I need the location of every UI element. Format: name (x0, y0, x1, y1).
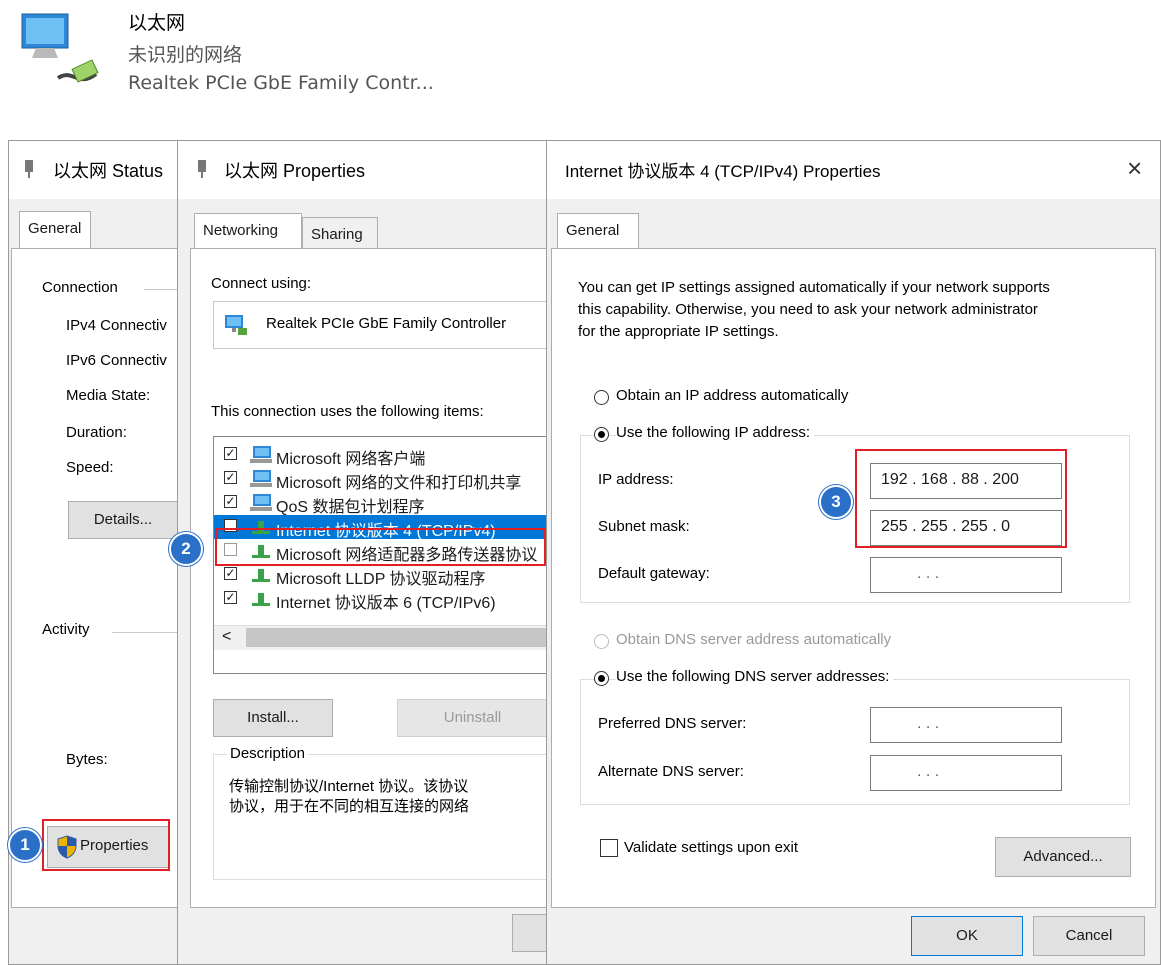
qos-icon (250, 494, 272, 511)
item-label: Microsoft LLDP 协议驱动程序 (276, 571, 486, 588)
network-adapter-icon (21, 13, 99, 83)
item-checkbox[interactable]: ✓ (224, 471, 237, 484)
description-line-1: 传输控制协议/Internet 协议。该协议 (229, 778, 469, 795)
item-checkbox[interactable]: ✓ (224, 591, 237, 604)
connection-heading: Connection (42, 279, 118, 296)
horizontal-scrollbar[interactable]: < (214, 625, 546, 650)
duration-label: Duration: (66, 424, 127, 441)
list-item[interactable]: ✓ Microsoft 网络的文件和打印机共享 (214, 467, 546, 492)
item-checkbox[interactable]: ✓ (224, 447, 237, 460)
tab-general[interactable]: General (557, 213, 639, 249)
radio-manual-ip[interactable] (594, 427, 609, 442)
advanced-button[interactable]: Advanced... (995, 837, 1131, 877)
scroll-left-button[interactable]: < (222, 628, 231, 646)
network-icon (198, 160, 206, 178)
tab-sharing[interactable]: Sharing (302, 217, 378, 249)
subnet-mask-label: Subnet mask: (598, 518, 690, 535)
default-gateway-label: Default gateway: (598, 565, 710, 582)
radio-auto-ip-label: Obtain an IP address automatically (616, 387, 849, 404)
client-icon (250, 446, 272, 463)
radio-auto-dns[interactable] (594, 634, 609, 649)
radio-auto-ip[interactable] (594, 390, 609, 405)
connect-using-label: Connect using: (211, 275, 312, 292)
intro-line-1: You can get IP settings assigned automat… (578, 279, 1050, 296)
ok-button[interactable]: OK (911, 916, 1023, 956)
speed-label: Speed: (66, 459, 114, 476)
item-label: QoS 数据包计划程序 (276, 499, 425, 516)
callout-box-ip-fields (855, 449, 1067, 548)
item-label: Microsoft 网络的文件和打印机共享 (276, 475, 522, 492)
ipv4-titlebar: Internet 协议版本 4 (TCP/IPv4) Properties × (547, 141, 1160, 199)
preferred-dns-field[interactable]: . . . (870, 707, 1062, 743)
step-badge-3: 3 (819, 485, 853, 519)
step-badge-2: 2 (169, 532, 203, 566)
default-gateway-field[interactable]: . . . (870, 557, 1062, 593)
ipv4-connectivity-label: IPv4 Connectiv (66, 317, 167, 334)
properties-titlebar: 以太网 Properties (178, 141, 546, 199)
preferred-dns-label: Preferred DNS server: (598, 715, 747, 732)
bytes-label: Bytes: (66, 751, 108, 768)
item-label: Internet 协议版本 6 (TCP/IPv6) (276, 595, 496, 612)
ipv4-properties-dialog: Internet 协议版本 4 (TCP/IPv4) Properties × … (546, 140, 1161, 965)
network-icon (25, 160, 33, 178)
ipv6-connectivity-label: IPv6 Connectiv (66, 352, 167, 369)
media-state-label: Media State: (66, 387, 151, 404)
radio-auto-dns-label: Obtain DNS server address automatically (616, 631, 892, 648)
radio-manual-ip-label: Use the following IP address: (616, 424, 814, 441)
ip-address-label: IP address: (598, 471, 674, 488)
list-item[interactable]: ✓ Microsoft LLDP 协议驱动程序 (214, 563, 546, 588)
cancel-button[interactable]: Cancel (1033, 916, 1145, 956)
callout-box-ipv4-item (215, 528, 546, 566)
list-item[interactable]: ✓ Internet 协议版本 6 (TCP/IPv6) (214, 587, 546, 612)
adapter-status: 未识别的网络 (128, 44, 243, 66)
file-sharing-icon (250, 470, 272, 487)
item-checkbox[interactable]: ✓ (224, 567, 237, 580)
adapter-device: Realtek PCIe GbE Family Contr... (128, 72, 434, 94)
adapter-box: Realtek PCIe GbE Family Controller (213, 301, 546, 349)
intro-line-3: for the appropriate IP settings. (578, 323, 779, 340)
alternate-dns-field[interactable]: . . . (870, 755, 1062, 791)
item-label: Microsoft 网络客户端 (276, 451, 426, 468)
alternate-dns-label: Alternate DNS server: (598, 763, 744, 780)
validate-label: Validate settings upon exit (624, 839, 799, 856)
list-item[interactable]: ✓ Microsoft 网络客户端 (214, 443, 546, 468)
details-button[interactable]: Details... (68, 501, 178, 539)
description-heading: Description (227, 745, 309, 762)
list-item[interactable]: ✓ QoS 数据包计划程序 (214, 491, 546, 516)
items-label: This connection uses the following items… (211, 403, 484, 420)
description-group (213, 754, 546, 880)
networking-panel: Connect using: Realtek PCIe GbE Family C… (190, 248, 546, 908)
uninstall-button[interactable]: Uninstall (397, 699, 546, 737)
status-title: 以太网 Status (53, 161, 164, 181)
radio-manual-dns[interactable] (594, 671, 609, 686)
properties-title: 以太网 Properties (224, 161, 366, 181)
activity-heading: Activity (42, 621, 90, 638)
adapter-name-field: Realtek PCIe GbE Family Controller (266, 315, 507, 332)
radio-manual-dns-label: Use the following DNS server addresses: (616, 668, 894, 685)
network-adapter-icon (225, 315, 247, 335)
scroll-thumb[interactable] (246, 628, 546, 647)
item-checkbox[interactable]: ✓ (224, 495, 237, 508)
close-icon[interactable]: × (1127, 153, 1142, 184)
adapter-name: 以太网 (128, 12, 186, 34)
tab-networking[interactable]: Networking (194, 213, 302, 249)
protocol-icon (252, 569, 270, 582)
protocol-icon (252, 593, 270, 606)
step-badge-1: 1 (8, 828, 42, 862)
ipv4-panel: You can get IP settings assigned automat… (551, 248, 1156, 908)
callout-box-properties (42, 819, 170, 871)
description-line-2: 协议，用于在不同的相互连接的网络 (229, 798, 470, 815)
validate-checkbox[interactable] (600, 839, 618, 857)
ok-button-hidden[interactable] (512, 914, 546, 952)
tab-general[interactable]: General (19, 211, 91, 249)
install-button[interactable]: Install... (213, 699, 333, 737)
ipv4-title: Internet 协议版本 4 (TCP/IPv4) Properties (565, 162, 881, 181)
intro-line-2: this capability. Otherwise, you need to … (578, 301, 1038, 318)
